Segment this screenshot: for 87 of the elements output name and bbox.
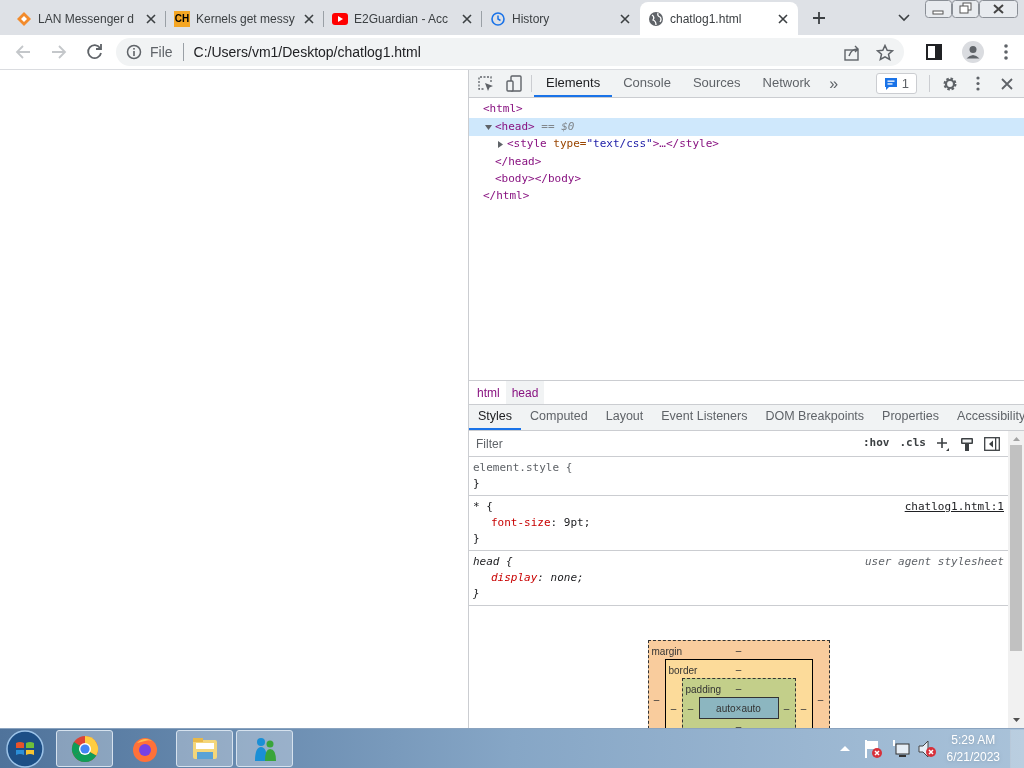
dom-node[interactable]: <style type="text/css">…</style> xyxy=(507,136,719,153)
close-icon[interactable] xyxy=(460,11,474,26)
close-icon[interactable] xyxy=(1001,77,1013,90)
taskbar-button[interactable] xyxy=(176,730,233,767)
sidebar-tab[interactable]: Layout xyxy=(596,405,653,430)
taskbar-button[interactable] xyxy=(236,730,293,767)
rule-brace: } xyxy=(473,531,481,547)
sidebar-tab[interactable]: DOM Breakpoints xyxy=(756,405,874,430)
close-icon[interactable] xyxy=(302,11,316,26)
breadcrumb[interactable]: head xyxy=(505,381,545,404)
close-icon[interactable] xyxy=(144,11,158,26)
new-tab-icon[interactable] xyxy=(812,11,826,25)
address-bar[interactable]: File C:/Users/vm1/Desktop/chatlog1.html xyxy=(116,38,904,66)
inspect-icon[interactable] xyxy=(478,75,494,92)
reload-icon[interactable] xyxy=(86,43,104,61)
network-icon[interactable] xyxy=(890,739,910,758)
rule-selector: element.style { xyxy=(473,460,573,476)
device-toolbar-icon[interactable] xyxy=(506,75,522,92)
chevron-down-icon[interactable] xyxy=(898,14,910,22)
box-model-content: auto×auto xyxy=(698,697,779,719)
panel-tab[interactable]: Console xyxy=(612,70,682,97)
css-declaration: font-size: 9pt; xyxy=(490,515,592,531)
sidebar-tab[interactable]: Properties xyxy=(873,405,949,430)
close-icon[interactable] xyxy=(776,11,790,26)
browser-tab[interactable]: E2Guardian - Acc xyxy=(324,2,482,35)
collapsed-triangle-icon[interactable] xyxy=(497,140,504,148)
message-icon xyxy=(883,76,898,91)
source-label: user agent stylesheet xyxy=(864,554,1004,570)
panel-tab[interactable]: Network xyxy=(751,70,822,97)
browser-tab[interactable]: chatlog1.html xyxy=(640,2,798,35)
box-model-border: border – – padding – – auto×auto – – – xyxy=(664,659,813,728)
dom-node[interactable]: </head> xyxy=(495,153,542,171)
close-icon[interactable] xyxy=(979,0,1018,18)
paint-brush-icon[interactable] xyxy=(960,436,974,451)
start-button-icon[interactable] xyxy=(6,729,44,768)
source-link[interactable]: chatlog1.html:1 xyxy=(904,499,1004,515)
flag-icon[interactable] xyxy=(863,738,883,759)
globe-icon xyxy=(648,10,664,27)
logo-icon: CH xyxy=(174,10,190,27)
rule-selector: * { xyxy=(473,499,493,515)
scroll-down-icon[interactable] xyxy=(1011,716,1021,724)
panel-tab[interactable]: Sources xyxy=(681,70,752,97)
box-model-margin: margin – – border – – padding – – auto×auto – – – – xyxy=(647,640,830,728)
expanded-triangle-icon[interactable] xyxy=(485,123,492,131)
rule-brace: } xyxy=(473,586,481,602)
play-icon xyxy=(332,10,348,27)
add-rule-icon[interactable] xyxy=(936,436,950,451)
browser-tab[interactable]: CH Kernels get messy xyxy=(166,2,324,35)
browser-tab[interactable]: LAN Messenger d xyxy=(8,2,166,35)
more-tabs-button[interactable]: » xyxy=(821,70,847,97)
speaker-icon[interactable] xyxy=(917,739,937,758)
minimize-icon[interactable] xyxy=(925,0,952,18)
scheme-label: File xyxy=(150,42,173,62)
sidebar-tab[interactable]: Styles xyxy=(469,405,522,430)
star-icon[interactable] xyxy=(876,43,894,61)
info-icon[interactable] xyxy=(126,44,142,60)
cls-toggle[interactable]: .cls xyxy=(899,435,926,452)
dom-node[interactable]: <html> xyxy=(483,101,523,118)
issues-button[interactable]: 1 xyxy=(875,73,917,94)
rule-selector: head { xyxy=(473,554,513,570)
side-panel-icon[interactable] xyxy=(926,44,942,60)
clock-icon xyxy=(490,10,506,27)
box-model-padding: padding – – auto×auto – – xyxy=(681,678,796,728)
close-icon[interactable] xyxy=(618,11,632,26)
css-declaration: display: none; xyxy=(490,570,585,586)
menu-icon[interactable] xyxy=(1004,44,1008,60)
restore-icon[interactable] xyxy=(952,0,979,18)
dom-node[interactable]: </html> xyxy=(483,188,530,205)
diamond-icon xyxy=(16,10,32,27)
dom-node[interactable]: <body></body> xyxy=(495,171,582,188)
panel-tab[interactable]: Elements xyxy=(534,70,613,97)
rule-brace: } xyxy=(473,476,481,492)
breadcrumb[interactable]: html xyxy=(471,381,506,404)
hov-toggle[interactable]: :hov xyxy=(863,435,890,452)
profile-icon[interactable] xyxy=(962,41,984,63)
scrollbar[interactable] xyxy=(1008,431,1024,728)
sidebar-tab[interactable]: Event Listeners xyxy=(652,405,757,430)
sidebar-tab[interactable]: Computed xyxy=(521,405,597,430)
sidebar-toggle-icon[interactable] xyxy=(984,436,1000,451)
share-icon[interactable] xyxy=(843,43,860,61)
url-text: C:/Users/vm1/Desktop/chatlog1.html xyxy=(193,42,422,62)
chrome-icon xyxy=(70,734,99,763)
taskbar-button[interactable] xyxy=(56,730,113,767)
settings-icon[interactable] xyxy=(942,75,958,92)
more-icon[interactable] xyxy=(976,76,980,91)
browser-tab[interactable]: History xyxy=(482,2,640,35)
dom-node[interactable]: <head> == $0 xyxy=(495,118,575,136)
